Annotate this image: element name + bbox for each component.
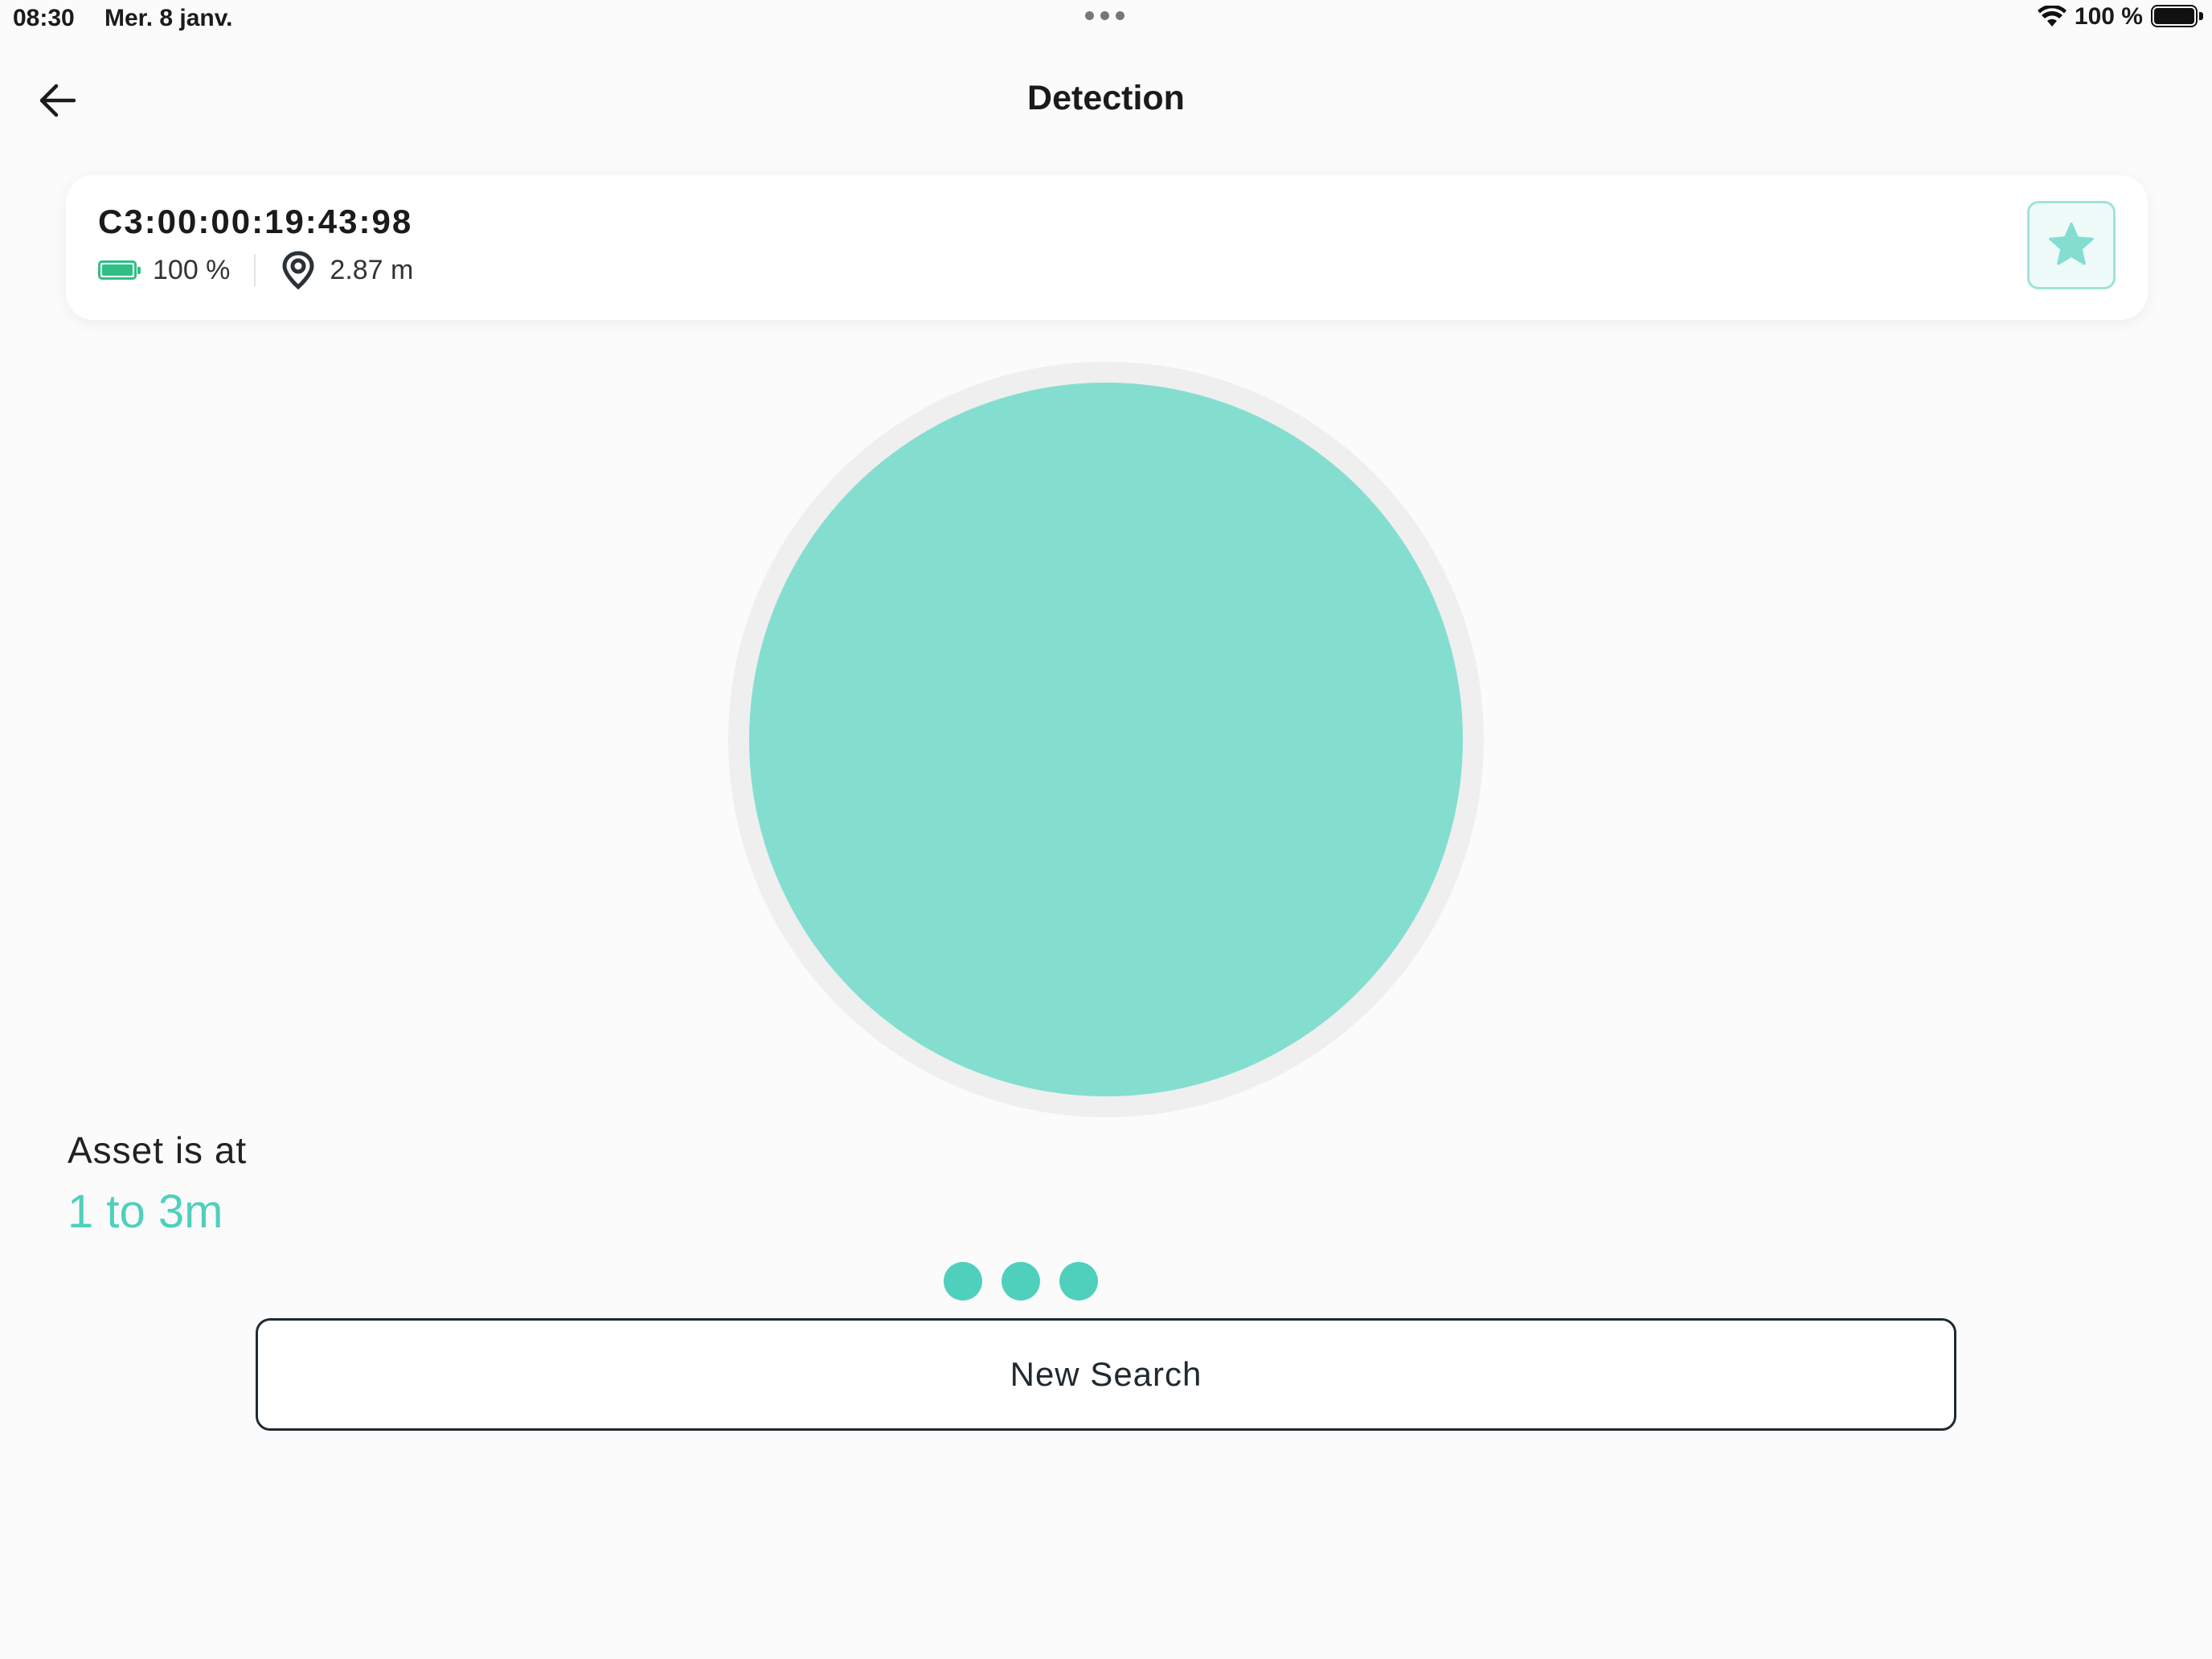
header: Detection xyxy=(0,64,2212,133)
device-distance: 2.87 m xyxy=(330,254,414,285)
multitasking-dots-icon[interactable] xyxy=(1085,11,1124,20)
loading-dot xyxy=(1059,1262,1098,1301)
battery-icon xyxy=(98,259,141,281)
device-card: C3:00:00:19:43:98 100 % 2.87 m xyxy=(66,175,2148,320)
status-bar: 08:30 Mer. 8 janv. 100 % xyxy=(0,0,2212,42)
status-battery-text: 100 % xyxy=(2074,3,2143,30)
device-meta: 100 % 2.87 m xyxy=(98,251,413,289)
proximity-indicator-ring xyxy=(728,362,1484,1117)
asset-label: Asset is at xyxy=(68,1129,248,1171)
page-title: Detection xyxy=(1027,79,1185,117)
favorite-button[interactable] xyxy=(2027,201,2116,289)
loading-indicator xyxy=(944,1262,1098,1301)
loading-dot xyxy=(1002,1262,1040,1301)
location-pin-icon xyxy=(282,251,314,289)
wifi-icon xyxy=(2037,6,2067,27)
asset-range: 1 to 3m xyxy=(68,1186,223,1238)
device-id: C3:00:00:19:43:98 xyxy=(98,203,413,240)
battery-icon xyxy=(2151,5,2204,29)
new-search-button[interactable]: New Search xyxy=(256,1318,1956,1431)
device-battery-level: 100 % xyxy=(153,254,231,285)
meta-divider xyxy=(254,254,256,286)
star-icon xyxy=(2049,222,2094,265)
proximity-indicator-circle xyxy=(749,383,1463,1096)
status-time: 08:30 xyxy=(13,5,75,31)
loading-dot xyxy=(944,1262,982,1301)
status-right: 100 % xyxy=(2037,3,2204,31)
status-date: Mer. 8 janv. xyxy=(104,5,233,31)
